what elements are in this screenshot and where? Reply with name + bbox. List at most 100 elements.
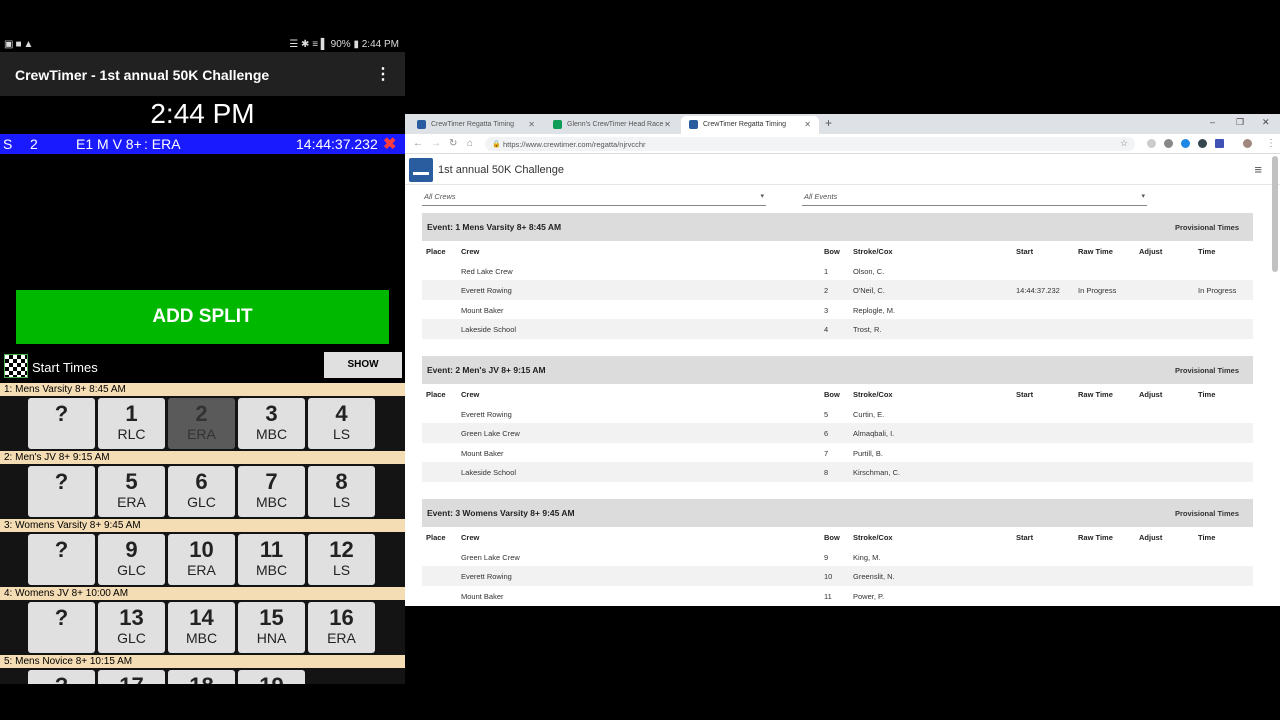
extension-icon[interactable] bbox=[1198, 139, 1207, 148]
mail-extension-icon[interactable] bbox=[1164, 139, 1173, 148]
bookmark-star-icon[interactable]: ☆ bbox=[1120, 138, 1128, 149]
bow-button[interactable]: 16 ERA bbox=[308, 602, 375, 653]
hamburger-menu-icon[interactable]: ≡ bbox=[1254, 162, 1262, 177]
bow-button[interactable]: 6 GLC bbox=[168, 466, 235, 517]
table-row[interactable]: Green Lake Crew 9 King, M. bbox=[422, 547, 1253, 567]
table-row[interactable]: Everett Rowing 10 Greenslit, N. bbox=[422, 566, 1253, 586]
bib-button-row: ? 9 GLC 10 ERA 11 MBC 12 LS bbox=[0, 532, 405, 587]
unknown-bow-button[interactable]: ? bbox=[28, 602, 95, 653]
new-tab-icon[interactable]: + bbox=[825, 116, 832, 130]
bow-button[interactable]: 2 ERA bbox=[168, 398, 235, 449]
table-row[interactable]: Lakeside School 4 Trost, R. bbox=[422, 319, 1253, 339]
crewtimer-logo[interactable] bbox=[409, 158, 433, 182]
event-filter-select[interactable]: All Events ▾ bbox=[802, 192, 1147, 206]
column-header-raw-time: Raw Time bbox=[1078, 390, 1113, 399]
table-row[interactable]: Everett Rowing 2 O'Neil, C. 14:44:37.232 In … bbox=[422, 280, 1253, 300]
bow-button[interactable]: 1 RLC bbox=[98, 398, 165, 449]
tab-label: CrewTimer Regatta Timing bbox=[703, 121, 786, 128]
grid-extension-icon[interactable] bbox=[1215, 139, 1224, 148]
url-input[interactable]: 🔒 https://www.crewtimer.com/regatta/njrv… bbox=[485, 137, 1135, 151]
column-header-stroke-cox: Stroke/Cox bbox=[853, 390, 893, 399]
bow-button[interactable]: 9 GLC bbox=[98, 534, 165, 585]
back-icon[interactable]: ← bbox=[413, 138, 423, 149]
tab-crewtimer-1[interactable]: CrewTimer Regatta Timing ✕ bbox=[409, 116, 543, 134]
show-results-button[interactable]: SHOW RESULTS bbox=[324, 352, 402, 396]
table-row[interactable]: Mount Baker 11 Power, P. bbox=[422, 586, 1253, 606]
tab-strip: CrewTimer Regatta Timing ✕ Glenn's CrewT… bbox=[405, 114, 1280, 134]
table-row[interactable]: Mount Baker 3 Replogle, M. bbox=[422, 300, 1253, 320]
crew-code: RLC bbox=[117, 426, 146, 442]
remove-icon[interactable]: ✖ bbox=[383, 134, 396, 154]
bow-button[interactable]: 19 bbox=[238, 670, 305, 684]
bow-button[interactable]: 7 MBC bbox=[238, 466, 305, 517]
table-row[interactable]: Lakeside School 8 Kirschman, C. bbox=[422, 462, 1253, 482]
bow-button[interactable]: 13 GLC bbox=[98, 602, 165, 653]
lock-icon: 🔒 bbox=[492, 141, 501, 148]
provisional-times-label: Provisional Times bbox=[1174, 223, 1239, 232]
bow-button[interactable]: 14 MBC bbox=[168, 602, 235, 653]
close-tab-icon[interactable]: ✕ bbox=[664, 120, 671, 129]
column-header-bow: Bow bbox=[824, 390, 840, 399]
unknown-bow-button[interactable]: ? bbox=[28, 466, 95, 517]
bow-button[interactable]: 8 LS bbox=[308, 466, 375, 517]
column-header-start: Start bbox=[1016, 533, 1034, 542]
reload-icon[interactable]: ↻ bbox=[449, 138, 457, 149]
crewtimer-favicon-icon bbox=[689, 120, 698, 129]
unknown-bow-button[interactable]: ? bbox=[28, 398, 95, 449]
bow-number: 2 bbox=[195, 401, 208, 426]
cell-crew: Mount Baker bbox=[461, 591, 504, 601]
bow-button[interactable]: 17 bbox=[98, 670, 165, 684]
event-filter-value: All Events bbox=[804, 192, 838, 201]
crew-code: ERA bbox=[327, 630, 356, 646]
profile-avatar[interactable] bbox=[1243, 139, 1252, 148]
cell-crew: Everett Rowing bbox=[461, 286, 512, 296]
bow-number: 5 bbox=[125, 469, 138, 494]
column-header-crew: Crew bbox=[461, 533, 480, 542]
forward-icon[interactable]: → bbox=[431, 138, 441, 149]
cell-bow: 11 bbox=[824, 591, 832, 601]
tab-crewtimer-active[interactable]: CrewTimer Regatta Timing ✕ bbox=[681, 116, 819, 134]
home-icon[interactable]: ⌂ bbox=[467, 138, 473, 149]
extension-icon[interactable] bbox=[1181, 139, 1190, 148]
close-tab-icon[interactable]: ✕ bbox=[528, 120, 535, 129]
maximize-icon[interactable]: ❐ bbox=[1236, 117, 1244, 128]
bow-button[interactable]: 4 LS bbox=[308, 398, 375, 449]
cell-stroke-cox: Power, P. bbox=[853, 591, 885, 601]
event-header: Event: 3 Womens Varsity 8+ 9:45 AM Provis… bbox=[422, 499, 1253, 527]
start-type: S bbox=[3, 136, 13, 152]
event-label-bar: 2: Men's JV 8+ 9:15 AM bbox=[0, 451, 405, 464]
extension-icon[interactable] bbox=[1147, 139, 1156, 148]
cell-crew: Red Lake Crew bbox=[461, 266, 513, 276]
table-row[interactable]: Red Lake Crew 1 Olson, C. bbox=[422, 261, 1253, 281]
table-row[interactable]: Everett Rowing 5 Curtin, E. bbox=[422, 404, 1253, 424]
tab-sheets[interactable]: Glenn's CrewTimer Head Race - ✕ bbox=[545, 116, 679, 134]
crew-filter-select[interactable]: All Crews ▾ bbox=[422, 192, 766, 206]
table-row[interactable]: Green Lake Crew 6 Almaqbali, I. bbox=[422, 423, 1253, 443]
bow-button[interactable]: 15 HNA bbox=[238, 602, 305, 653]
bow-button[interactable]: 12 LS bbox=[308, 534, 375, 585]
unknown-bow-button[interactable]: ? bbox=[28, 534, 95, 585]
bow-button[interactable]: 11 MBC bbox=[238, 534, 305, 585]
close-window-icon[interactable]: ✕ bbox=[1262, 117, 1270, 128]
event-label-bar: 3: Womens Varsity 8+ 9:45 AM bbox=[0, 519, 405, 532]
event-header: Event: 1 Mens Varsity 8+ 8:45 AM Provisio… bbox=[422, 213, 1253, 241]
bow-number: 7 bbox=[265, 469, 278, 494]
app-title: CrewTimer - 1st annual 50K Challenge bbox=[15, 67, 270, 83]
table-row[interactable]: Mount Baker 7 Purtill, B. bbox=[422, 443, 1253, 463]
close-tab-icon[interactable]: ✕ bbox=[804, 120, 811, 129]
browser-menu-icon[interactable]: ⋮ bbox=[1266, 138, 1276, 149]
add-split-button[interactable]: ADD SPLIT bbox=[16, 290, 389, 344]
app-bar: CrewTimer - 1st annual 50K Challenge ⋮ bbox=[0, 52, 405, 96]
bow-button[interactable]: 5 ERA bbox=[98, 466, 165, 517]
bow-button[interactable]: 18 bbox=[168, 670, 235, 684]
tab-label: CrewTimer Regatta Timing bbox=[431, 121, 514, 128]
recorded-start-row[interactable]: S 2 E1 M V 8+ : ERA 14:44:37.232 ✖ bbox=[0, 134, 405, 154]
bow-button[interactable]: 3 MBC bbox=[238, 398, 305, 449]
bow-button[interactable]: 10 ERA bbox=[168, 534, 235, 585]
page-scrollbar[interactable] bbox=[1272, 156, 1278, 272]
bow-number: 11 bbox=[259, 537, 284, 562]
unknown-bow-button[interactable]: ? bbox=[28, 670, 95, 684]
bow-number: 12 bbox=[329, 537, 354, 562]
overflow-menu-icon[interactable]: ⋮ bbox=[375, 64, 391, 84]
minimize-icon[interactable]: – bbox=[1210, 117, 1215, 127]
